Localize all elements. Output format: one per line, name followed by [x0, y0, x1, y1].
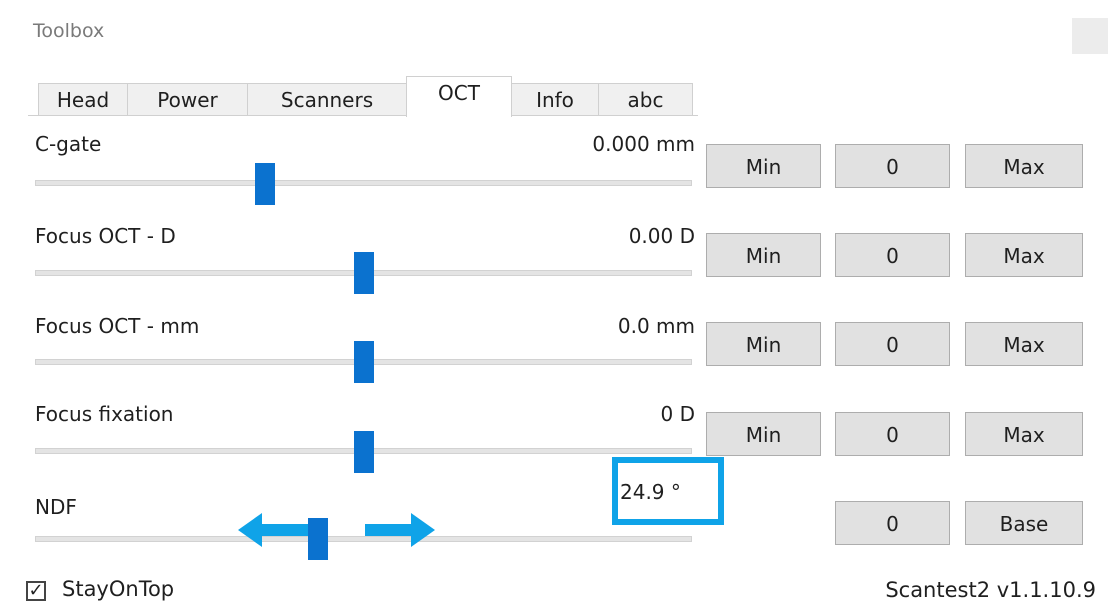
c-gate-max-button[interactable]: Max — [965, 144, 1083, 188]
right-arrow-annotation — [365, 513, 435, 547]
tab-oct[interactable]: OCT — [406, 76, 512, 117]
focus-fixation-max-button[interactable]: Max — [965, 412, 1083, 456]
focus-fixation-label: Focus fixation — [35, 402, 174, 426]
focus-oct-d-max-button[interactable]: Max — [965, 233, 1083, 277]
c-gate-zero-button[interactable]: 0 — [835, 144, 950, 188]
focus-fixation-min-button[interactable]: Min — [706, 412, 821, 456]
c-gate-min-button[interactable]: Min — [706, 144, 821, 188]
ndf-label: NDF — [35, 495, 77, 519]
ndf-value-highlight-box — [612, 457, 724, 525]
focus-oct-d-value: 0.00 D — [628, 224, 695, 248]
c-gate-label: C-gate — [35, 132, 102, 156]
tab-panel-border — [28, 115, 698, 116]
focus-oct-mm-slider-thumb[interactable] — [353, 341, 374, 383]
left-arrow-annotation — [238, 513, 308, 547]
close-button[interactable] — [1072, 18, 1108, 54]
focus-fixation-slider-thumb[interactable] — [353, 431, 374, 473]
tab-scanners[interactable]: Scanners — [247, 83, 407, 116]
tab-power[interactable]: Power — [127, 83, 248, 116]
focus-oct-mm-zero-button[interactable]: 0 — [835, 322, 950, 366]
focus-oct-d-slider-thumb[interactable] — [353, 252, 374, 294]
version-label: Scantest2 v1.1.10.9 — [885, 578, 1096, 602]
window-title: Toolbox — [33, 20, 105, 42]
c-gate-slider-thumb[interactable] — [254, 163, 275, 205]
ndf-base-button[interactable]: Base — [965, 501, 1083, 545]
tab-bar: Head Power Scanners OCT Info abc — [28, 76, 698, 117]
stay-on-top-checkbox[interactable]: ✓ — [26, 581, 46, 601]
focus-fixation-zero-button[interactable]: 0 — [835, 412, 950, 456]
c-gate-slider-track[interactable] — [35, 180, 692, 186]
focus-oct-mm-max-button[interactable]: Max — [965, 322, 1083, 366]
focus-oct-mm-value: 0.0 mm — [617, 314, 695, 338]
focus-oct-d-label: Focus OCT - D — [35, 224, 176, 248]
tab-abc[interactable]: abc — [598, 83, 693, 116]
focus-oct-d-min-button[interactable]: Min — [706, 233, 821, 277]
focus-oct-mm-min-button[interactable]: Min — [706, 322, 821, 366]
focus-fixation-value: 0 D — [660, 402, 695, 426]
focus-oct-d-zero-button[interactable]: 0 — [835, 233, 950, 277]
focus-oct-mm-label: Focus OCT - mm — [35, 314, 200, 338]
ndf-slider-track[interactable] — [35, 536, 692, 542]
ndf-zero-button[interactable]: 0 — [835, 501, 950, 545]
tab-info[interactable]: Info — [511, 83, 599, 116]
tab-head[interactable]: Head — [38, 83, 128, 116]
stay-on-top-label[interactable]: StayOnTop — [62, 577, 174, 601]
ndf-slider-thumb[interactable] — [307, 518, 328, 560]
c-gate-value: 0.000 mm — [592, 132, 695, 156]
